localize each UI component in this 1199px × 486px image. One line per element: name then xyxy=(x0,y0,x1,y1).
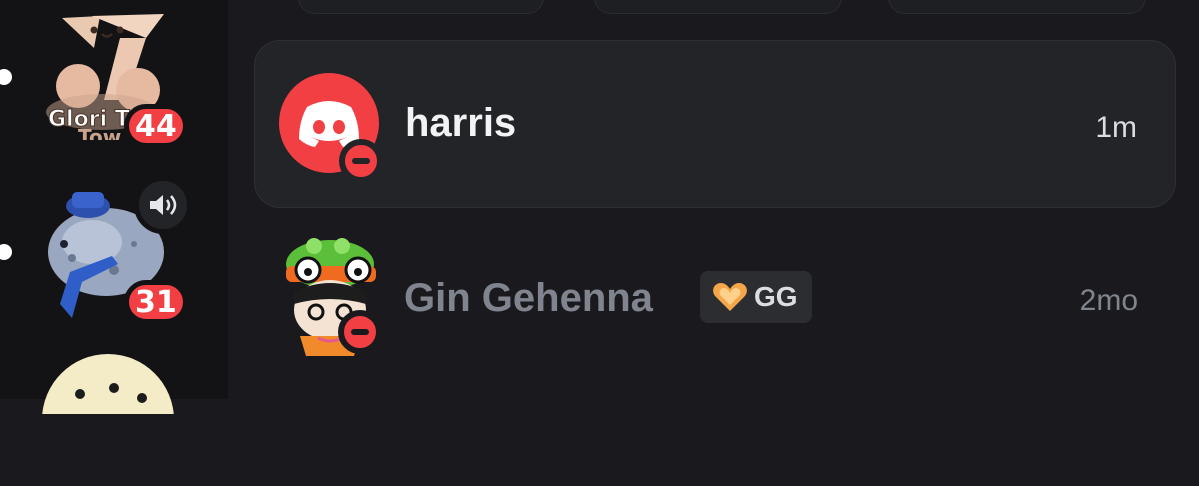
cookie-server-icon xyxy=(42,354,174,486)
voice-indicator xyxy=(134,176,192,234)
dm-item-gin-gehenna[interactable]: Gin Gehenna GG 2mo xyxy=(254,214,1176,382)
unread-indicator xyxy=(0,244,12,260)
dm-item-harris[interactable]: harris 1m xyxy=(254,40,1176,208)
server-icon-partial[interactable] xyxy=(42,354,174,486)
dm-timestamp: 1m xyxy=(1095,111,1137,144)
heart-icon xyxy=(713,283,747,311)
speaker-icon xyxy=(150,195,177,215)
guild-tag[interactable]: GG xyxy=(700,271,812,323)
top-card[interactable] xyxy=(594,0,842,14)
server-rail: Glori Tow Tow 44 31 xyxy=(0,0,228,486)
unread-badge: 31 xyxy=(124,280,188,324)
unread-badge: 44 xyxy=(124,104,188,148)
top-card[interactable] xyxy=(298,0,544,14)
dnd-status-icon xyxy=(339,139,383,183)
dm-timestamp: 2mo xyxy=(1079,284,1138,317)
dnd-status-icon xyxy=(338,310,382,354)
svg-text:Tow: Tow xyxy=(78,125,121,140)
guild-tag-text: GG xyxy=(754,281,798,312)
top-card[interactable] xyxy=(888,0,1146,14)
dm-list: harris 1m Gin Gehenna GG 2mo xyxy=(228,0,1199,399)
dm-name: harris xyxy=(405,101,517,145)
dm-name: Gin Gehenna xyxy=(404,276,653,320)
unread-indicator xyxy=(0,69,12,85)
